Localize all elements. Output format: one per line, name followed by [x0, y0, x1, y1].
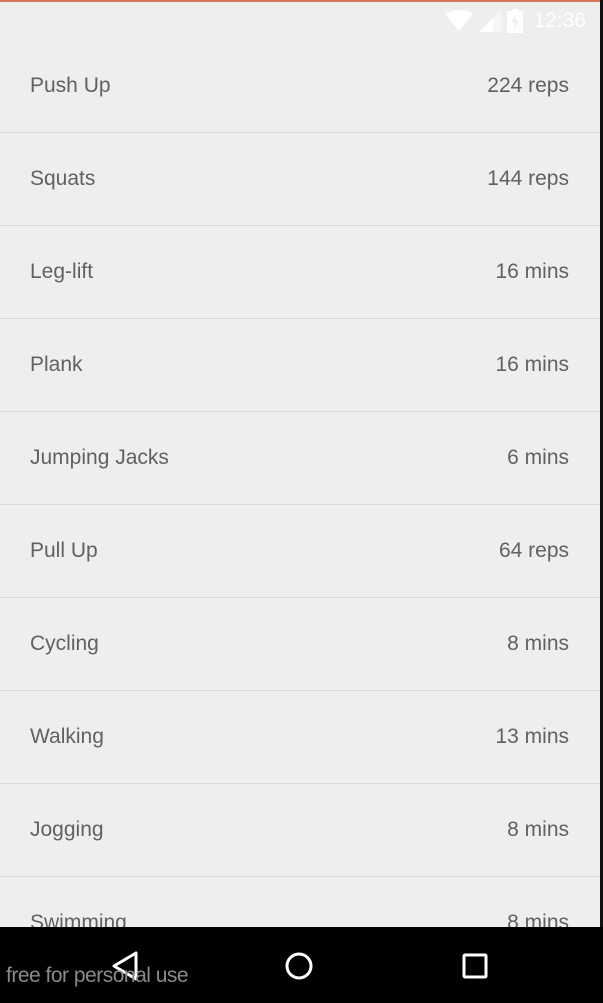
exercise-name: Jumping Jacks [30, 446, 169, 469]
list-item-cycling[interactable]: Cycling 8 mins [0, 598, 600, 691]
home-button[interactable] [279, 946, 319, 986]
exercise-list[interactable]: Push Up 224 reps Squats 144 reps Leg-lif… [0, 40, 600, 970]
exercise-name: Jogging [30, 818, 104, 841]
list-item-leg-lift[interactable]: Leg-lift 16 mins [0, 226, 600, 319]
exercise-value: 6 mins [507, 446, 569, 469]
status-time: 12:36 [533, 9, 586, 32]
exercise-name: Cycling [30, 632, 99, 655]
status-bar: 12:36 [0, 2, 600, 40]
cell-signal-icon [479, 10, 502, 32]
navigation-bar [0, 927, 603, 1003]
back-icon [112, 951, 138, 981]
exercise-value: 16 mins [495, 353, 569, 376]
exercise-name: Leg-lift [30, 260, 94, 283]
home-icon [285, 952, 313, 980]
exercise-value: 224 reps [487, 74, 569, 97]
battery-icon [507, 9, 524, 33]
exercise-value: 64 reps [498, 539, 569, 562]
exercise-value: 144 reps [487, 167, 569, 190]
exercise-value: 8 mins [507, 632, 569, 655]
back-button[interactable] [105, 946, 145, 986]
exercise-name: Push Up [30, 74, 111, 97]
recents-icon [462, 953, 488, 979]
exercise-value: 16 mins [495, 260, 569, 283]
exercise-name: Squats [30, 167, 96, 190]
app-screen: 12:36 Push Up 224 reps Squats 144 reps L… [0, 0, 603, 1003]
list-item-plank[interactable]: Plank 16 mins [0, 319, 600, 412]
wifi-icon [445, 10, 474, 31]
list-item-jumping-jacks[interactable]: Jumping Jacks 6 mins [0, 412, 600, 505]
list-item-pull-up[interactable]: Pull Up 64 reps [0, 505, 600, 598]
exercise-value: 13 mins [495, 725, 569, 748]
list-item-push-up[interactable]: Push Up 224 reps [0, 40, 600, 133]
exercise-value: 8 mins [507, 818, 569, 841]
exercise-name: Plank [30, 353, 83, 376]
list-item-walking[interactable]: Walking 13 mins [0, 691, 600, 784]
list-item-jogging[interactable]: Jogging 8 mins [0, 784, 600, 877]
recents-button[interactable] [455, 946, 495, 986]
exercise-name: Walking [30, 725, 104, 748]
exercise-name: Pull Up [30, 539, 98, 562]
list-item-squats[interactable]: Squats 144 reps [0, 133, 600, 226]
